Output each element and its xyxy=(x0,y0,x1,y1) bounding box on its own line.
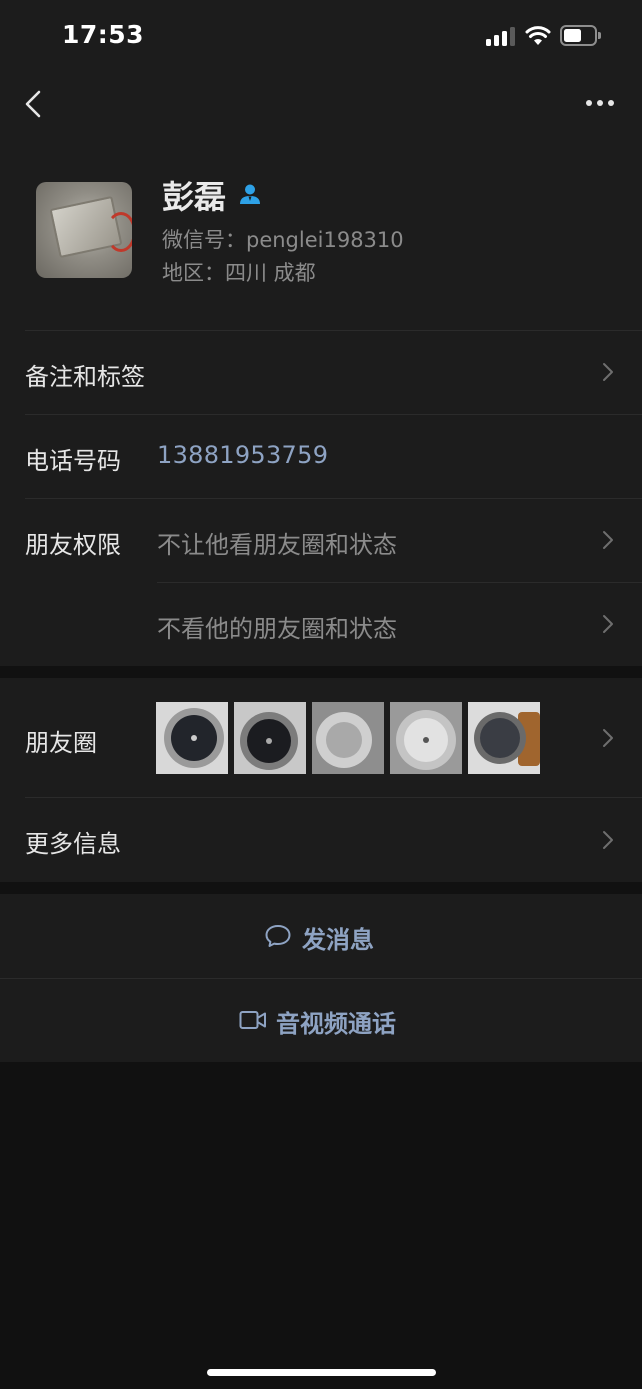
contact-person-icon xyxy=(240,184,260,204)
chevron-right-icon xyxy=(603,729,613,747)
send-message-label: 发消息 xyxy=(302,926,374,954)
permissions-label: 朋友权限 xyxy=(25,531,121,559)
divider xyxy=(25,797,642,798)
chevron-right-icon xyxy=(603,831,613,849)
video-camera-icon xyxy=(239,1011,266,1029)
chat-bubble-icon xyxy=(265,925,291,947)
status-time: 17:53 xyxy=(62,20,145,49)
phone-label: 电话号码 xyxy=(25,447,121,475)
permission-option-1-text: 不让他看朋友圈和状态 xyxy=(157,531,397,559)
audio-video-call-label: 音视频通话 xyxy=(276,1010,396,1038)
back-button[interactable] xyxy=(22,88,46,120)
moments-photo xyxy=(234,702,306,774)
moments-photo xyxy=(312,702,384,774)
moments-photo xyxy=(390,702,462,774)
moments-photo xyxy=(468,702,540,774)
divider xyxy=(157,582,642,583)
permission-option-2-text: 不看他的朋友圈和状态 xyxy=(157,615,397,643)
chevron-right-icon xyxy=(603,363,613,381)
avatar[interactable] xyxy=(36,182,132,278)
chevron-right-icon xyxy=(603,531,613,549)
cellular-signal-icon xyxy=(486,26,516,46)
divider xyxy=(25,498,642,499)
divider xyxy=(0,978,642,979)
moments-photo xyxy=(156,702,228,774)
remark-tags-label: 备注和标签 xyxy=(25,363,145,391)
moments-label: 朋友圈 xyxy=(25,729,97,757)
chevron-right-icon xyxy=(603,615,613,633)
more-options-button[interactable] xyxy=(584,96,616,110)
profile-name: 彭磊 xyxy=(162,178,227,216)
more-info-label: 更多信息 xyxy=(25,830,121,858)
profile-panel xyxy=(0,0,642,666)
home-indicator[interactable] xyxy=(207,1369,436,1376)
divider xyxy=(25,330,642,331)
battery-icon xyxy=(560,25,601,46)
phone-number-link[interactable]: 13881953759 xyxy=(157,441,328,469)
divider xyxy=(25,414,642,415)
wechat-id: 微信号：penglei198310 xyxy=(162,228,404,252)
wifi-icon xyxy=(525,26,551,45)
region: 地区：四川 成都 xyxy=(162,261,316,285)
